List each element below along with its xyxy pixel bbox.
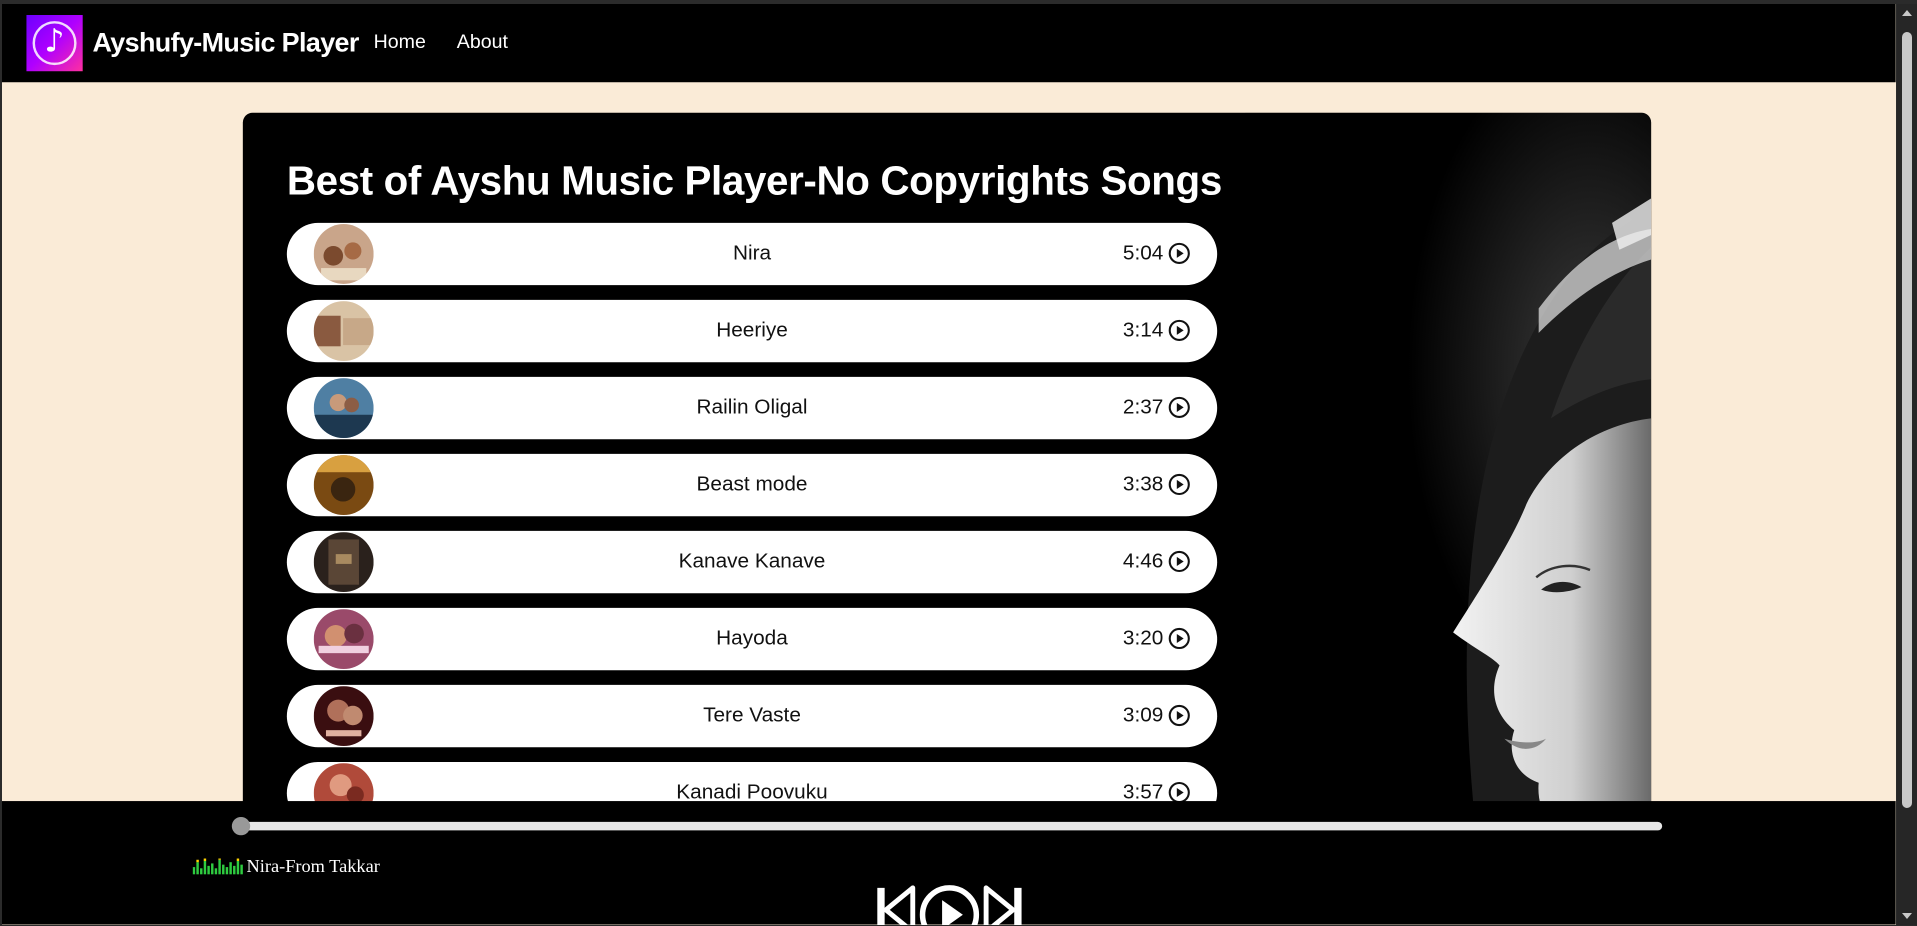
play-circle-icon[interactable] — [1168, 627, 1190, 650]
play-circle-icon[interactable] — [1168, 319, 1190, 341]
song-duration: 3:09 — [1122, 703, 1164, 727]
song-title: Hayoda — [716, 626, 788, 650]
nav-link-about[interactable]: About — [457, 31, 508, 55]
song-title: Beast mode — [696, 472, 808, 496]
player-bar: Nira-From Takkar — [2, 801, 1896, 925]
nav-link-home[interactable]: Home — [374, 31, 426, 55]
now-playing-title: Nira-From Takkar — [246, 857, 380, 877]
play-icon[interactable] — [918, 883, 982, 925]
browser-viewport: ♪ Ayshufy-Music Player Home About Best o… — [2, 4, 1896, 925]
song-row[interactable]: Nira 5:04 — [286, 222, 1218, 286]
song-duration: 2:37 — [1122, 395, 1164, 419]
play-circle-icon[interactable] — [1168, 704, 1190, 727]
navbar: ♪ Ayshufy-Music Player Home About — [2, 4, 1896, 83]
playlist-card: Best of Ayshu Music Player-No Copyrights… — [242, 112, 1652, 847]
song-duration: 3:20 — [1122, 626, 1164, 650]
song-row[interactable]: Hayoda 3:20 — [286, 607, 1218, 671]
song-title: Nira — [732, 241, 772, 265]
brand-name[interactable]: Ayshufy-Music Player — [92, 26, 359, 60]
song-duration: 4:46 — [1122, 549, 1164, 573]
scroll-down-arrow-icon[interactable] — [1902, 913, 1912, 919]
play-circle-icon[interactable] — [1168, 396, 1190, 418]
playlist-title: Best of Ayshu Music Player-No Copyrights… — [286, 158, 1222, 204]
song-title: Tere Vaste — [703, 703, 801, 727]
song-title: Kanave Kanave — [678, 549, 826, 573]
song-duration: 3:14 — [1122, 318, 1164, 342]
progress-handle[interactable] — [231, 816, 251, 836]
song-row[interactable]: Heeriye 3:14 — [286, 299, 1218, 363]
scrollbar-thumb[interactable] — [1902, 32, 1912, 808]
play-circle-icon[interactable] — [1168, 242, 1190, 264]
song-row[interactable]: Tere Vaste 3:09 — [286, 684, 1218, 748]
next-icon[interactable] — [982, 885, 1024, 925]
music-note-logo-icon[interactable]: ♪ — [26, 15, 83, 72]
song-row[interactable]: Beast mode 3:38 — [286, 453, 1218, 517]
song-duration: 3:38 — [1122, 472, 1164, 496]
progress-bar[interactable] — [239, 821, 1663, 831]
song-row[interactable]: Kanave Kanave 4:46 — [286, 530, 1218, 594]
browser-scrollbar[interactable] — [1897, 4, 1917, 925]
scroll-up-arrow-icon[interactable] — [1902, 10, 1912, 16]
previous-icon[interactable] — [875, 885, 917, 925]
song-title: Heeriye — [716, 318, 788, 342]
song-row[interactable]: Railin Oligal 2:37 — [286, 376, 1218, 440]
song-title: Railin Oligal — [696, 395, 808, 419]
equalizer-gif-icon — [192, 858, 243, 875]
play-circle-icon[interactable] — [1168, 473, 1190, 496]
song-duration: 5:04 — [1122, 241, 1164, 265]
play-circle-icon[interactable] — [1168, 550, 1190, 573]
